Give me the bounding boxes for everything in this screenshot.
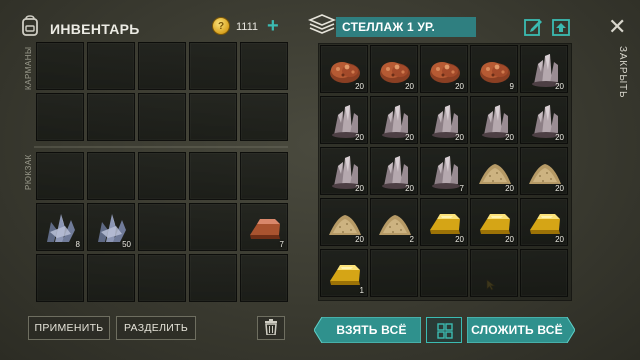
- item-count: 20: [455, 235, 464, 244]
- crate-slot[interactable]: 20: [420, 45, 468, 93]
- close-label[interactable]: ЗАКРЫТЬ: [617, 46, 628, 98]
- crate-slot[interactable]: 20: [470, 96, 518, 144]
- backpack-slot[interactable]: [36, 152, 84, 200]
- backpack-slot[interactable]: [189, 254, 237, 302]
- crate-slot[interactable]: 20: [320, 147, 368, 195]
- crate-slot[interactable]: 20: [520, 147, 568, 195]
- pocket-slot[interactable]: [87, 93, 135, 141]
- backpack-slot[interactable]: [138, 203, 186, 251]
- backpack-slot[interactable]: [138, 152, 186, 200]
- crate-slot[interactable]: 20: [470, 198, 518, 246]
- backpack-label: РЮКЗАК: [24, 154, 33, 190]
- trash-button[interactable]: [257, 316, 285, 340]
- crate-slot[interactable]: 20: [320, 45, 368, 93]
- grid-icon: [437, 323, 453, 344]
- item-count: 20: [355, 82, 364, 91]
- item-count: 1: [359, 286, 364, 295]
- crate-slot[interactable]: 1: [320, 249, 368, 297]
- pocket-slot[interactable]: [240, 93, 288, 141]
- item-count: 20: [505, 184, 514, 193]
- close-icon[interactable]: ✕: [608, 16, 626, 38]
- pocket-slot[interactable]: [189, 42, 237, 90]
- rename-icon[interactable]: [523, 17, 543, 37]
- split-button[interactable]: РАЗДЕЛИТЬ: [116, 316, 196, 340]
- crate-slot[interactable]: 20: [420, 96, 468, 144]
- pocket-slot[interactable]: [138, 93, 186, 141]
- item-count: 20: [505, 235, 514, 244]
- crate-slot[interactable]: 20: [370, 147, 418, 195]
- crate-slot[interactable]: 2: [370, 198, 418, 246]
- pocket-slot[interactable]: [87, 42, 135, 90]
- backpack-slot[interactable]: 50: [87, 203, 135, 251]
- apply-button[interactable]: ПРИМЕНИТЬ: [28, 316, 110, 340]
- backpack-slot[interactable]: [189, 152, 237, 200]
- item-count: 2: [409, 235, 414, 244]
- pockets-divider: [34, 146, 288, 148]
- backpack-slot[interactable]: [240, 254, 288, 302]
- item-count: 50: [122, 240, 131, 249]
- crate-slot[interactable]: 20: [520, 198, 568, 246]
- item-count: 20: [355, 133, 364, 142]
- sort-button[interactable]: [426, 317, 462, 343]
- crate-slot[interactable]: [470, 249, 518, 297]
- backpack-slot[interactable]: [87, 152, 135, 200]
- crate-slot[interactable]: 20: [420, 198, 468, 246]
- crate-slot[interactable]: 20: [320, 198, 368, 246]
- pocket-slot[interactable]: [36, 93, 84, 141]
- backpack-slot[interactable]: [87, 254, 135, 302]
- item-count: 7: [459, 184, 464, 193]
- item-count: 20: [555, 184, 564, 193]
- backpack-slot[interactable]: 8: [36, 203, 84, 251]
- crate-slot[interactable]: 20: [370, 96, 418, 144]
- crate-slot[interactable]: [420, 249, 468, 297]
- pockets-label: КАРМАНЫ: [24, 46, 33, 90]
- item-count: 7: [279, 240, 284, 249]
- item-count: 20: [455, 133, 464, 142]
- coin-symbol: ?: [217, 20, 225, 32]
- item-count: 20: [555, 235, 564, 244]
- add-coins-button[interactable]: +: [267, 16, 279, 36]
- pocket-slot[interactable]: [36, 42, 84, 90]
- backpack-slot[interactable]: [240, 152, 288, 200]
- backpack-slot[interactable]: [138, 254, 186, 302]
- crate-slot[interactable]: [370, 249, 418, 297]
- backpack-icon: [20, 15, 40, 37]
- item-count: 20: [555, 133, 564, 142]
- backpack-slot[interactable]: [189, 203, 237, 251]
- crate-title: СТЕЛЛАЖ 1 УР.: [336, 17, 476, 37]
- crate-icon: [307, 14, 337, 38]
- crate-slot[interactable]: 7: [420, 147, 468, 195]
- item-count: 8: [75, 240, 80, 249]
- item-count: 20: [555, 82, 564, 91]
- pocket-slot[interactable]: [138, 42, 186, 90]
- item-count: 20: [405, 133, 414, 142]
- crate-slot[interactable]: 20: [370, 45, 418, 93]
- inventory-title: ИНВЕНТАРЬ: [50, 21, 140, 37]
- coins-balance: 1111: [236, 21, 259, 33]
- item-count: 20: [405, 82, 414, 91]
- take-all-label: ВЗЯТЬ ВСЁ: [336, 323, 407, 337]
- stack-all-button[interactable]: СЛОЖИТЬ ВСЁ: [467, 317, 575, 343]
- backpack-slot[interactable]: 7: [240, 203, 288, 251]
- item-count: 20: [355, 235, 364, 244]
- crate-slot[interactable]: 20: [520, 96, 568, 144]
- item-count: 20: [355, 184, 364, 193]
- upload-icon[interactable]: [551, 17, 571, 37]
- item-count: 20: [455, 82, 464, 91]
- crate-slot[interactable]: 9: [470, 45, 518, 93]
- pocket-slot[interactable]: [240, 42, 288, 90]
- take-all-button[interactable]: ВЗЯТЬ ВСЁ: [314, 317, 421, 343]
- item-count: 20: [405, 184, 414, 193]
- item-count: 20: [505, 133, 514, 142]
- coin-icon: ?: [212, 17, 230, 35]
- crate-slot[interactable]: [520, 249, 568, 297]
- crate-slot[interactable]: 20: [520, 45, 568, 93]
- stack-all-label: СЛОЖИТЬ ВСЁ: [471, 323, 563, 337]
- pocket-slot[interactable]: [189, 93, 237, 141]
- crate-slot[interactable]: 20: [470, 147, 518, 195]
- backpack-slot[interactable]: [36, 254, 84, 302]
- item-count: 9: [509, 82, 514, 91]
- crate-slot[interactable]: 20: [320, 96, 368, 144]
- trash-icon: [264, 318, 278, 338]
